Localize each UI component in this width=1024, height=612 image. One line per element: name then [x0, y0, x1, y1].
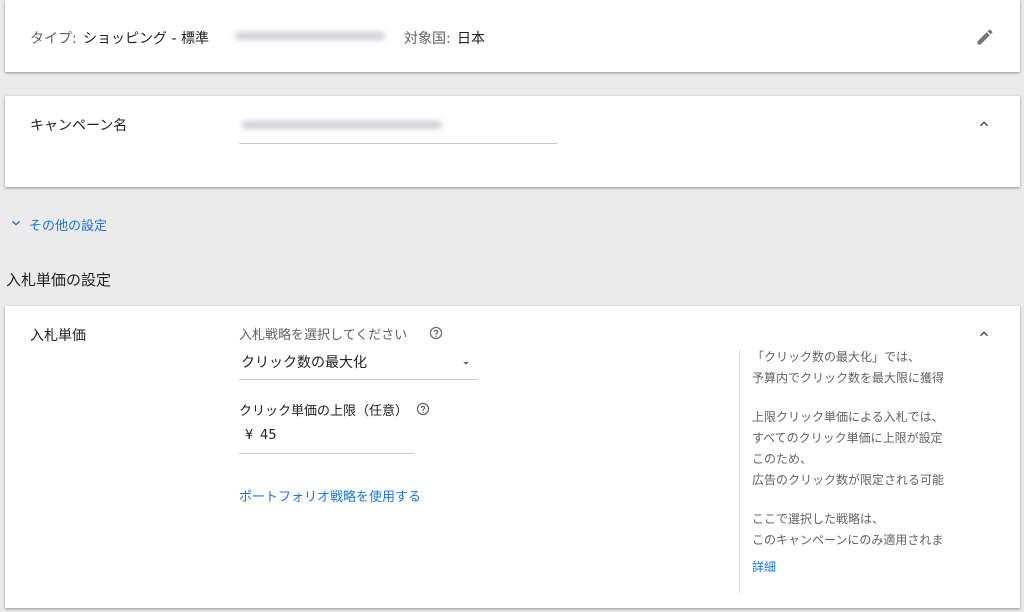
campaign-name-underline: [239, 143, 557, 144]
portfolio-strategy-link[interactable]: ポートフォリオ戦略を使用する: [239, 486, 421, 505]
help-icon[interactable]: [429, 326, 443, 340]
dropdown-arrow-icon: [463, 361, 469, 365]
country-label: 対象国:: [404, 31, 451, 47]
campaign-summary-card: タイプ: ショッピング - 標準 対象国: 日本: [5, 0, 1020, 72]
more-settings-label: その他の設定: [29, 219, 108, 234]
strategy-select-underline: [239, 379, 478, 380]
help-text: すべてのクリック単価に上限が設定: [752, 431, 943, 445]
strategy-select-value: クリック数の最大化: [241, 355, 367, 371]
currency-symbol: ¥: [245, 428, 254, 443]
chevron-up-icon[interactable]: [976, 116, 992, 132]
help-icon[interactable]: [416, 402, 430, 416]
help-text: 予算内でクリック数を最大限に獲得: [752, 371, 945, 385]
chevron-down-icon: [12, 220, 20, 226]
help-text: このため、: [752, 452, 813, 466]
campaign-name-card: キャンペーン名: [5, 96, 1020, 187]
type-value: ショッピング - 標準: [83, 31, 209, 47]
campaign-name-input[interactable]: [239, 110, 557, 144]
campaign-name-redacted: [242, 121, 442, 129]
type-label: タイプ:: [30, 31, 77, 47]
bidding-card: 入札単価 入札戦略を選択してください クリック数の最大化 クリック単価の上限（任…: [5, 306, 1020, 608]
help-panel-divider: [739, 350, 740, 593]
bidding-label: 入札単価: [30, 328, 86, 344]
max-cpc-label: クリック単価の上限（任意）: [239, 404, 409, 419]
help-text: 上限クリック単価による入札では、: [752, 410, 944, 424]
strategy-prompt: 入札戦略を選択してください: [239, 328, 408, 343]
help-text: このキャンペーンにのみ適用されま: [752, 533, 944, 547]
details-link[interactable]: 詳細: [752, 558, 776, 575]
edit-pencil-icon[interactable]: [975, 27, 995, 47]
chevron-up-icon[interactable]: [976, 326, 992, 342]
campaign-name-label: キャンペーン名: [30, 118, 128, 134]
max-cpc-underline: [239, 453, 414, 454]
bidding-help-panel: 「クリック数の最大化」では、 予算内でクリック数を最大限に獲得 上限クリック単価…: [752, 347, 1017, 551]
max-cpc-value: 45: [260, 428, 277, 443]
country-value: 日本: [457, 31, 485, 47]
strategy-select[interactable]: クリック数の最大化: [239, 348, 478, 380]
merchant-id-redacted: [235, 32, 385, 40]
max-cpc-input[interactable]: ¥ 45: [239, 424, 414, 454]
help-text: 広告のクリック数が限定される可能: [752, 473, 945, 487]
bidding-section-title: 入札単価の設定: [6, 271, 112, 289]
help-text: 「クリック数の最大化」では、: [752, 350, 921, 364]
help-text: ここで選択した戦略は、: [752, 512, 885, 526]
